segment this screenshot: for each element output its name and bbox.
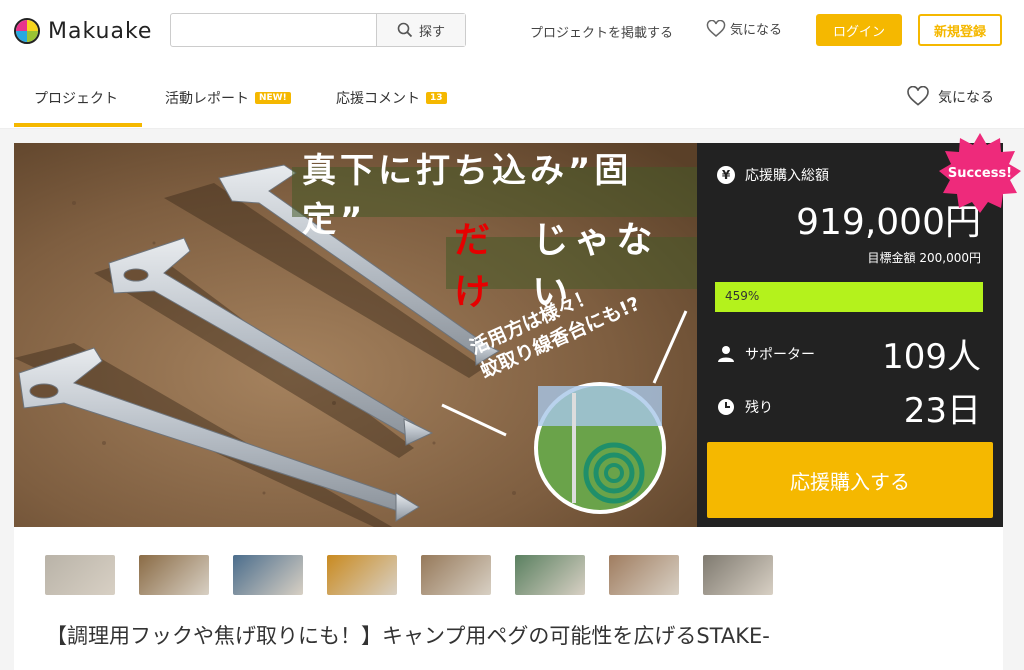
search-box: 探す xyxy=(170,13,466,47)
favorite-project-label: 気になる xyxy=(938,89,994,106)
hero-headline-2: だけ じゃない xyxy=(446,220,697,313)
project-main-image[interactable]: 真下に打ち込み”固定” だけじゃない 活用方は様々！ 蚊取り線香台にも!? xyxy=(14,143,697,527)
search-icon xyxy=(397,22,413,38)
hero-headline-2-emphasis: だけ xyxy=(454,220,497,313)
makuake-logo-icon xyxy=(14,18,40,44)
signup-button[interactable]: 新規登録 xyxy=(918,14,1002,46)
thumb-8[interactable] xyxy=(703,555,773,595)
login-button[interactable]: ログイン xyxy=(816,14,902,46)
success-badge-text: Success! xyxy=(947,165,1013,181)
tab-comments[interactable]: 応援コメント 13 xyxy=(336,88,447,108)
site-header: Makuake 探す プロジェクトを掲載する 気になる ログイン 新規登録 xyxy=(0,0,1024,66)
project-tabs: プロジェクト 活動レポート NEW! 応援コメント 13 気になる xyxy=(0,66,1024,129)
thumb-6[interactable] xyxy=(515,555,585,595)
thumb-1[interactable] xyxy=(45,555,115,595)
thumb-5[interactable] xyxy=(421,555,491,595)
header-favorites-label: 気になる xyxy=(730,23,783,38)
new-badge: NEW! xyxy=(255,92,291,104)
remaining-label-text: 残り xyxy=(745,400,773,416)
success-badge: Success! xyxy=(938,131,1022,215)
tab-project[interactable]: プロジェクト xyxy=(34,88,118,108)
clock-icon xyxy=(718,399,734,415)
total-label: ¥ 応援購入総額 xyxy=(717,165,829,185)
heart-icon xyxy=(907,86,929,106)
hero-headline-1: 真下に打ち込み”固定” xyxy=(292,151,697,240)
search-button[interactable]: 探す xyxy=(376,14,465,46)
search-button-label: 探す xyxy=(418,24,445,40)
tab-report-label: 活動レポート xyxy=(165,91,249,107)
makuake-logo[interactable]: Makuake xyxy=(14,18,152,44)
post-project-link[interactable]: プロジェクトを掲載する xyxy=(530,22,673,41)
supporters-count: 109人 xyxy=(882,337,981,377)
supporters-label: サポーター xyxy=(717,344,815,364)
comments-count-badge: 13 xyxy=(426,92,447,104)
project-title: 【調理用フックや焦げ取りにも！】キャンプ用ペグの可能性を広げるSTAKE- xyxy=(46,624,770,648)
goal-amount: 目標金額 200,000円 xyxy=(867,251,981,265)
header-favorites-link[interactable]: 気になる xyxy=(706,19,782,38)
active-tab-indicator xyxy=(14,123,142,127)
yen-icon: ¥ xyxy=(717,166,735,184)
tab-project-label: プロジェクト xyxy=(34,91,118,107)
remaining-days: 23日 xyxy=(903,391,981,431)
tab-report[interactable]: 活動レポート NEW! xyxy=(165,88,291,108)
heart-icon xyxy=(706,19,726,37)
thumb-2[interactable] xyxy=(139,555,209,595)
thumb-4[interactable] xyxy=(327,555,397,595)
tab-comments-label: 応援コメント xyxy=(336,91,420,107)
funding-progress-bar: 459% xyxy=(715,282,983,312)
total-label-text: 応援購入総額 xyxy=(745,168,829,184)
thumb-3[interactable] xyxy=(233,555,303,595)
person-icon xyxy=(718,346,734,362)
thumb-7[interactable] xyxy=(609,555,679,595)
favorite-project-button[interactable]: 気になる xyxy=(906,86,994,107)
funding-progress-text: 459% xyxy=(725,289,760,303)
remaining-label: 残り xyxy=(717,397,773,417)
support-purchase-button[interactable]: 応援購入する xyxy=(707,442,993,518)
supporters-label-text: サポーター xyxy=(745,347,815,363)
search-input[interactable] xyxy=(171,14,376,46)
logo-text: Makuake xyxy=(48,18,153,44)
